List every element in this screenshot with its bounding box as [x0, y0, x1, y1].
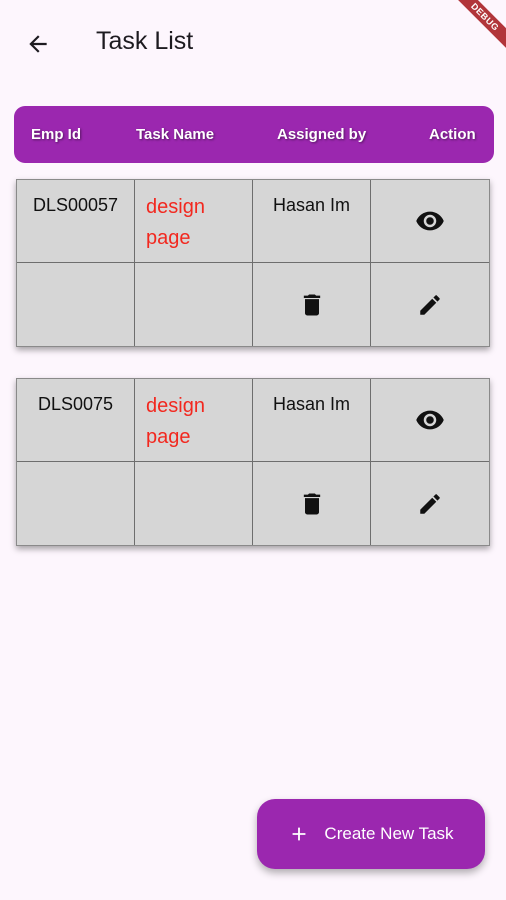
task-card: DLS00057 design page Hasan Im — [16, 179, 490, 347]
delete-button[interactable] — [253, 263, 371, 346]
arrow-left-icon — [29, 35, 47, 53]
back-button[interactable] — [18, 24, 58, 64]
emp-id-cell: DLS00057 — [17, 180, 135, 263]
header-task-name: Task Name — [136, 126, 215, 143]
header-assigned-by: Assigned by — [277, 126, 367, 143]
assigned-by-value: Hasan Im — [272, 394, 351, 414]
empty-cell — [135, 263, 253, 346]
trash-icon — [303, 493, 320, 514]
view-button[interactable] — [371, 180, 489, 263]
trash-icon — [303, 294, 320, 315]
view-button[interactable] — [371, 379, 489, 462]
task-name-cell: design page — [135, 180, 253, 263]
eye-icon — [416, 410, 444, 430]
task-card: DLS0075 design page Hasan Im — [16, 378, 490, 546]
edit-button[interactable] — [371, 462, 489, 545]
page-title: Task List — [96, 27, 194, 55]
plus-icon — [293, 827, 306, 841]
task-name-value: design page — [146, 196, 205, 249]
assigned-by-cell: Hasan Im — [253, 180, 371, 263]
create-new-task-label: Create New Task — [324, 824, 454, 843]
eye-icon — [416, 211, 444, 231]
pencil-icon — [420, 493, 440, 514]
assigned-by-cell: Hasan Im — [253, 379, 371, 462]
emp-id-value: DLS00057 — [32, 195, 119, 215]
header-action: Action — [429, 126, 476, 143]
emp-id-value: DLS0075 — [37, 394, 114, 414]
edit-button[interactable] — [371, 263, 489, 346]
create-new-task-button[interactable]: Create New Task — [257, 799, 485, 869]
empty-cell — [135, 462, 253, 545]
app-bar: Task List — [0, 0, 506, 86]
empty-cell — [17, 263, 135, 346]
emp-id-cell: DLS0075 — [17, 379, 135, 462]
task-name-value: design page — [146, 395, 205, 448]
assigned-by-value: Hasan Im — [272, 195, 351, 215]
delete-button[interactable] — [253, 462, 371, 545]
header-emp-id: Emp Id — [31, 126, 82, 143]
table-header: Emp Id Task Name Assigned by Action — [14, 106, 494, 163]
pencil-icon — [420, 294, 440, 315]
task-name-cell: design page — [135, 379, 253, 462]
empty-cell — [17, 462, 135, 545]
